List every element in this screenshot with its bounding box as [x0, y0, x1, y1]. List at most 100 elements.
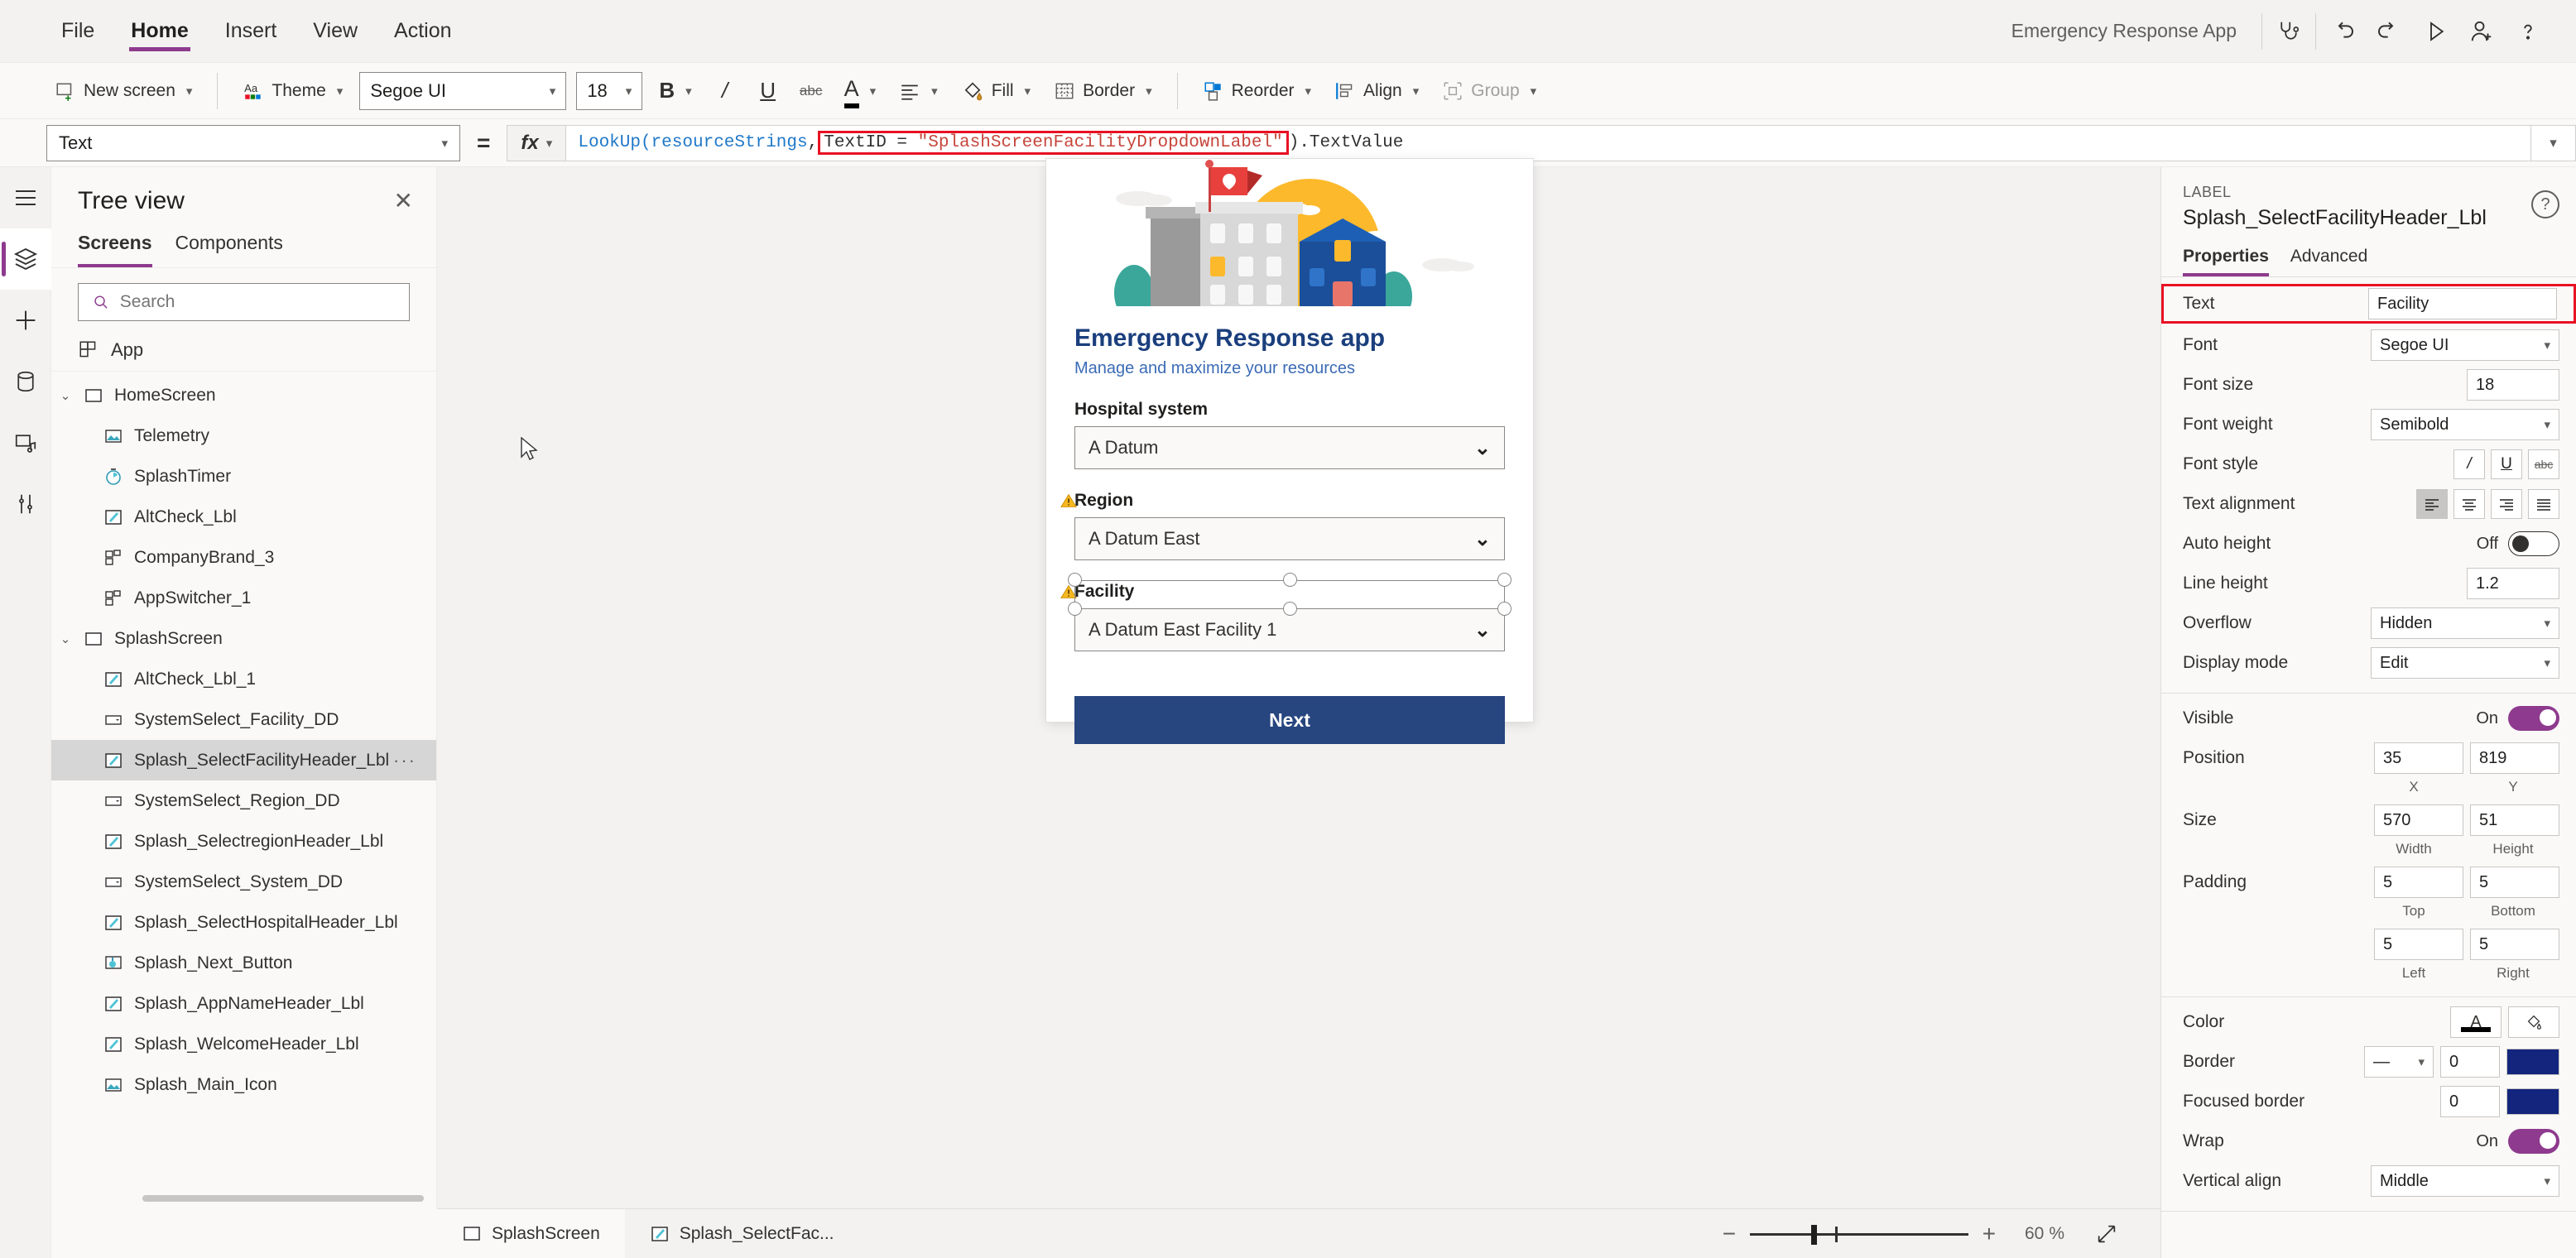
font-size-select[interactable]: 18 ▾	[576, 71, 643, 110]
splash-next-button[interactable]: Next	[1074, 696, 1505, 744]
theme-button[interactable]: Aa Theme ▾	[231, 70, 354, 113]
visible-toggle[interactable]	[2508, 706, 2559, 731]
zoom-in-button[interactable]: +	[1968, 1213, 2010, 1255]
zoom-out-button[interactable]: −	[1709, 1213, 1750, 1255]
wrap-toggle[interactable]	[2508, 1129, 2559, 1154]
tree-node-splash-next-button[interactable]: Splash_Next_Button	[51, 943, 436, 983]
border-style-select[interactable]: — ▾	[2364, 1046, 2434, 1078]
align-center-button[interactable]	[2453, 489, 2485, 519]
formula-expand-button[interactable]: ▾	[2531, 124, 2576, 161]
size-width-field[interactable]: 570	[2374, 804, 2463, 836]
tree-node-more-button[interactable]: ···	[393, 750, 436, 771]
display-mode-select[interactable]: Edit ▾	[2371, 647, 2559, 679]
focused-border-width-field[interactable]: 0	[2440, 1086, 2500, 1117]
padding-left-field[interactable]: 5	[2374, 929, 2463, 960]
strikethrough-button[interactable]: abc	[790, 70, 833, 113]
resize-handle-top-center[interactable]	[1283, 573, 1297, 587]
zoom-slider-thumb[interactable]	[1810, 1224, 1817, 1245]
reorder-button[interactable]: Reorder ▾	[1191, 70, 1323, 113]
text-color-button[interactable]: A	[2450, 1006, 2502, 1038]
underline-button[interactable]: U	[747, 70, 790, 113]
help-icon[interactable]	[2505, 8, 2551, 55]
tree-node-systemselect-region-dd[interactable]: SystemSelect_Region_DD	[51, 780, 436, 821]
fill-color-button[interactable]	[2508, 1006, 2559, 1038]
text-align-button[interactable]: ▾	[887, 70, 949, 113]
position-y-field[interactable]: 819	[2470, 742, 2559, 774]
tree-node-app[interactable]: App	[51, 329, 436, 372]
tree-node-splashtimer[interactable]: SplashTimer	[51, 456, 436, 497]
auto-height-toggle[interactable]	[2508, 531, 2559, 556]
warning-icon[interactable]	[1060, 492, 1077, 514]
overflow-select[interactable]: Hidden ▾	[2371, 607, 2559, 639]
resize-handle-top-right[interactable]	[1497, 573, 1511, 587]
tab-properties[interactable]: Properties	[2183, 247, 2269, 276]
position-x-field[interactable]: 35	[2374, 742, 2463, 774]
breadcrumb-control[interactable]: Splash_SelectFac...	[625, 1209, 859, 1258]
align-button[interactable]: Align ▾	[1323, 70, 1430, 113]
tab-advanced[interactable]: Advanced	[2290, 247, 2367, 276]
redo-icon[interactable]	[2366, 8, 2412, 55]
tree-node-splash-appnameheader-lbl[interactable]: Splash_AppNameHeader_Lbl	[51, 983, 436, 1024]
fill-button[interactable]: Fill ▾	[949, 70, 1042, 113]
tab-components[interactable]: Components	[175, 227, 283, 267]
size-height-field[interactable]: 51	[2470, 804, 2559, 836]
padding-right-field[interactable]: 5	[2470, 929, 2559, 960]
font-select[interactable]: Segoe UI ▾	[2371, 329, 2559, 361]
padding-bottom-field[interactable]: 5	[2470, 867, 2559, 898]
italic-toggle[interactable]: /	[2453, 449, 2485, 479]
chevron-toggle-icon[interactable]: ⌄	[51, 631, 79, 646]
share-user-icon[interactable]	[2458, 8, 2505, 55]
menu-item-home[interactable]: Home	[113, 0, 206, 63]
tree-node-altcheck-lbl-1[interactable]: AltCheck_Lbl_1	[51, 659, 436, 699]
property-select[interactable]: Text ▾	[46, 124, 460, 161]
font-weight-select[interactable]: Semibold ▾	[2371, 409, 2559, 440]
help-icon[interactable]: ?	[2531, 190, 2559, 218]
splash-welcome-header[interactable]: Manage and maximize your resources	[1046, 353, 1533, 378]
tree-node-mescreen[interactable]: ›MeScreen	[51, 1105, 436, 1117]
font-color-button[interactable]: A ▾	[833, 70, 888, 113]
sidebar-item-media[interactable]	[0, 412, 51, 473]
sidebar-item-insert[interactable]	[0, 290, 51, 351]
tree-node-altcheck-lbl[interactable]: AltCheck_Lbl	[51, 497, 436, 537]
font-size-field[interactable]: 18	[2467, 369, 2559, 401]
resize-handle-bottom-left[interactable]	[1068, 602, 1082, 616]
new-screen-button[interactable]: New screen ▾	[43, 70, 204, 113]
search-box[interactable]	[78, 283, 410, 321]
tree-node-appswitcher-1[interactable]: AppSwitcher_1	[51, 578, 436, 618]
resize-handle-top-left[interactable]	[1068, 573, 1082, 587]
border-color-swatch[interactable]	[2506, 1049, 2559, 1075]
splash-select-region-header-label[interactable]: Region	[1060, 491, 1505, 517]
underline-toggle[interactable]: U	[2491, 449, 2522, 479]
tree-node-splash-welcomeheader-lbl[interactable]: Splash_WelcomeHeader_Lbl	[51, 1024, 436, 1064]
formula-input[interactable]: LookUp(resourceStrings, TextID = "Splash…	[566, 124, 2531, 161]
tree-node-splash-main-icon[interactable]: Splash_Main_Icon	[51, 1064, 436, 1105]
tree-node-splash-selectfacilityheader-lbl[interactable]: Splash_SelectFacilityHeader_Lbl ···	[51, 740, 436, 780]
sidebar-item-data[interactable]	[0, 351, 51, 412]
sidebar-item-tree-view[interactable]	[0, 228, 51, 290]
design-canvas[interactable]: Emergency Response app Manage and maximi…	[437, 159, 2160, 1208]
breadcrumb-screen[interactable]: SplashScreen	[437, 1208, 625, 1258]
hamburger-menu-icon[interactable]	[0, 167, 51, 228]
padding-top-field[interactable]: 5	[2374, 867, 2463, 898]
line-height-field[interactable]: 1.2	[2467, 568, 2559, 599]
border-width-field[interactable]: 0	[2440, 1046, 2500, 1078]
chevron-toggle-icon[interactable]: ⌄	[51, 388, 79, 403]
vertical-align-select[interactable]: Middle ▾	[2371, 1165, 2559, 1197]
tree-node-companybrand-3[interactable]: CompanyBrand_3	[51, 537, 436, 578]
tree-node-splash-selectregionheader-lbl[interactable]: Splash_SelectregionHeader_Lbl	[51, 821, 436, 862]
align-left-button[interactable]	[2416, 489, 2448, 519]
stethoscope-icon[interactable]	[2266, 8, 2312, 55]
bold-button[interactable]: B ▾	[647, 70, 703, 113]
tree-node-splash-selecthospitalheader-lbl[interactable]: Splash_SelectHospitalHeader_Lbl	[51, 902, 436, 943]
strikethrough-toggle[interactable]: abc	[2528, 449, 2559, 479]
system-select-region-dropdown[interactable]: A Datum East ⌄	[1074, 517, 1505, 560]
fx-button[interactable]: fx ▾	[507, 124, 567, 161]
tree-node-systemselect-system-dd[interactable]: SystemSelect_System_DD	[51, 862, 436, 902]
search-input[interactable]	[119, 292, 396, 312]
app-preview-screen[interactable]: Emergency Response app Manage and maximi…	[1046, 159, 1533, 744]
tree-node-splashscreen[interactable]: ⌄ SplashScreen	[51, 618, 436, 659]
menu-item-action[interactable]: Action	[376, 0, 469, 63]
splash-select-hospital-header-label[interactable]: Hospital system	[1074, 400, 1505, 426]
menu-item-file[interactable]: File	[43, 0, 113, 63]
tree-node-systemselect-facility-dd[interactable]: SystemSelect_Facility_DD	[51, 699, 436, 740]
